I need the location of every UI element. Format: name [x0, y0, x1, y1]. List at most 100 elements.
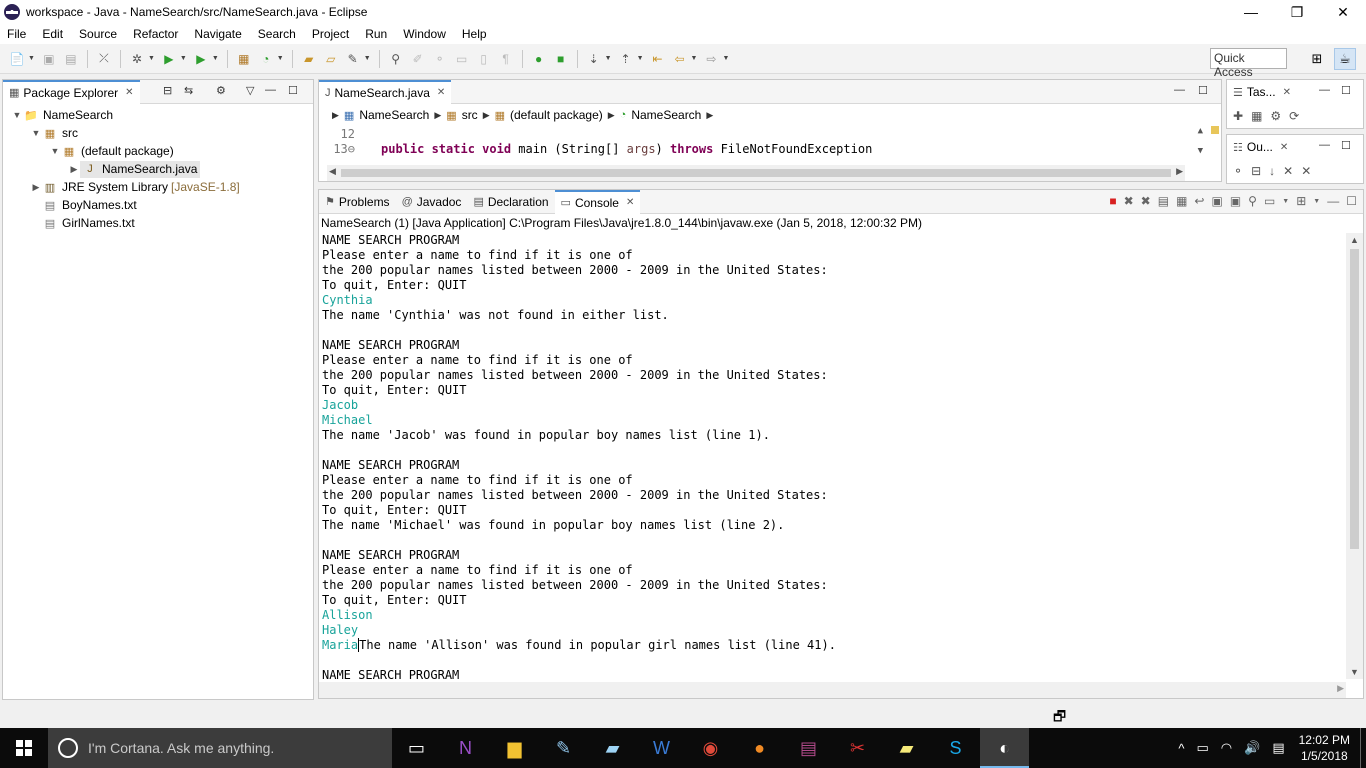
editor-horizontal-scrollbar[interactable]: ◀ ▶	[327, 165, 1185, 181]
last-edit-icon[interactable]: ⇤	[650, 51, 666, 67]
new-icon[interactable]: 📄	[9, 51, 25, 67]
scroll-right-icon[interactable]: ▶	[1176, 166, 1183, 177]
breadcrumb-project[interactable]: NameSearch	[359, 108, 429, 122]
minimize-icon[interactable]: —	[1174, 84, 1185, 96]
show-whitespace-icon[interactable]: ¶	[498, 51, 514, 67]
word-wrap-icon[interactable]: ↩	[1194, 194, 1204, 208]
menu-window[interactable]: Window	[395, 27, 454, 41]
show-desktop-button[interactable]	[1360, 728, 1366, 768]
menu-refactor[interactable]: Refactor	[125, 27, 186, 41]
winrar-icon[interactable]: ▤	[784, 728, 833, 768]
minimize-icon[interactable]: —	[1327, 194, 1339, 208]
new-dropdown-icon[interactable]: ▼	[28, 55, 35, 62]
save-all-icon[interactable]: ▤	[63, 51, 79, 67]
collapse-icon[interactable]: ▶	[68, 164, 80, 175]
chrome-icon[interactable]: ◉	[686, 728, 735, 768]
open-console-dropdown-icon[interactable]: ▼	[1313, 198, 1320, 205]
new-task-icon[interactable]: ✚	[1233, 109, 1243, 123]
file-explorer-icon[interactable]: ▆	[490, 728, 539, 768]
show-stdout-icon[interactable]: ▣	[1211, 194, 1222, 208]
quick-access-input[interactable]: Quick Access	[1210, 48, 1287, 79]
close-icon[interactable]: ✕	[626, 197, 634, 208]
minimize-icon[interactable]: —	[1319, 84, 1330, 96]
breadcrumb-package[interactable]: (default package)	[510, 108, 603, 122]
annotation-icon[interactable]: ⚬	[432, 51, 448, 67]
prev-annotation-icon[interactable]: ⇡	[618, 51, 634, 67]
back-icon[interactable]: ⇦	[672, 51, 688, 67]
close-icon[interactable]: ✕	[125, 87, 133, 98]
start-button[interactable]	[0, 728, 48, 768]
console-horizontal-scrollbar[interactable]: ▶	[319, 682, 1346, 698]
display-console-dropdown-icon[interactable]: ▼	[1282, 198, 1289, 205]
onenote-icon[interactable]: N	[441, 728, 490, 768]
back-dropdown-icon[interactable]: ▼	[691, 55, 698, 62]
minimize-button[interactable]: —	[1228, 0, 1274, 24]
close-icon[interactable]: ✕	[1280, 142, 1288, 153]
cortana-search-box[interactable]: I'm Cortana. Ask me anything.	[48, 728, 392, 768]
wifi-icon[interactable]: ◠	[1221, 740, 1232, 756]
tab-problems[interactable]: ⚑ Problems	[319, 190, 396, 214]
pin-console-icon[interactable]: ⚲	[1248, 194, 1257, 208]
snipping-tool-icon[interactable]: ✂	[833, 728, 882, 768]
menu-project[interactable]: Project	[304, 27, 357, 41]
tree-item-java-file[interactable]: ▶ J NameSearch.java	[3, 160, 313, 178]
sort-icon[interactable]: ↓	[1269, 164, 1275, 178]
open-console-icon[interactable]: ⊞	[1296, 194, 1306, 208]
scroll-left-icon[interactable]: ◀	[329, 166, 336, 177]
expand-icon[interactable]: ▼	[30, 128, 42, 138]
scrollbar-thumb[interactable]	[1350, 249, 1359, 549]
tree-item-src[interactable]: ▼ ▦ src	[3, 124, 313, 142]
paint-icon[interactable]: ✎	[539, 728, 588, 768]
search-dropdown-icon[interactable]: ▼	[364, 55, 371, 62]
clear-console-icon[interactable]: ▤	[1158, 194, 1169, 208]
console-vertical-scrollbar[interactable]: ▲ ▼	[1346, 233, 1363, 679]
scroll-right-icon[interactable]: ▶	[1337, 683, 1344, 694]
tab-declaration[interactable]: ▤ Declaration	[467, 190, 554, 214]
hide-fields-icon[interactable]: ⚬	[1233, 164, 1243, 178]
tab-package-explorer[interactable]: ▦ Package Explorer ✕	[3, 79, 140, 104]
scroll-down-icon[interactable]: ▼	[1350, 667, 1359, 677]
menu-navigate[interactable]: Navigate	[186, 27, 249, 41]
remove-all-icon[interactable]: ✖	[1141, 194, 1151, 208]
external-tools-dropdown-icon[interactable]: ▼	[212, 55, 219, 62]
open-type-icon[interactable]: ▰	[301, 51, 317, 67]
external-tools-icon[interactable]: ▶	[193, 51, 209, 67]
pin-icon[interactable]: ⚲	[388, 51, 404, 67]
categorize-icon[interactable]: ▦	[1251, 109, 1262, 123]
java-perspective-icon[interactable]: ☕	[1334, 48, 1356, 70]
scroll-down-icon[interactable]: ▼	[1198, 146, 1203, 156]
tab-outline[interactable]: ☷ Ou... ✕	[1227, 135, 1294, 159]
focus-icon[interactable]: ⚙	[1270, 109, 1281, 123]
run-icon[interactable]: ▶	[161, 51, 177, 67]
hide-nonpublic-icon[interactable]: ✕	[1301, 164, 1311, 178]
tree-item-default-package[interactable]: ▼ ▦ (default package)	[3, 142, 313, 160]
expand-icon[interactable]: ▼	[49, 146, 61, 156]
maximize-icon[interactable]: ☐	[1346, 194, 1357, 208]
hide-static-icon[interactable]: ✕	[1283, 164, 1293, 178]
tab-tasks[interactable]: ☰ Tas... ✕	[1227, 80, 1297, 104]
scroll-up-icon[interactable]: ▲	[1350, 235, 1359, 245]
word-icon[interactable]: W	[637, 728, 686, 768]
maximize-icon[interactable]: ☐	[1341, 139, 1351, 152]
scroll-lock-icon[interactable]: ▦	[1176, 194, 1187, 208]
open-perspective-icon[interactable]: ⊞	[1306, 48, 1328, 70]
menu-help[interactable]: Help	[454, 27, 495, 41]
notepad-icon[interactable]: ▰	[588, 728, 637, 768]
display-console-icon[interactable]: ▭	[1264, 194, 1275, 208]
forward-icon[interactable]: ⇨	[703, 51, 719, 67]
view-menu-icon[interactable]: ▽	[246, 84, 254, 97]
tree-item-boynames[interactable]: ▤ BoyNames.txt	[3, 196, 313, 214]
tab-javadoc[interactable]: @ Javadoc	[396, 190, 468, 214]
breadcrumb-class[interactable]: NameSearch	[631, 108, 701, 122]
search-icon[interactable]: ✎	[345, 51, 361, 67]
scrollbar-thumb[interactable]	[341, 169, 1171, 177]
maximize-icon[interactable]: ☐	[1198, 84, 1208, 97]
word-wrap-icon[interactable]: ▯	[476, 51, 492, 67]
eclipse-task-icon[interactable]: ◐	[980, 728, 1029, 768]
close-icon[interactable]: ✕	[437, 87, 445, 98]
menu-search[interactable]: Search	[250, 27, 304, 41]
debug-icon[interactable]: ✲	[129, 51, 145, 67]
debug-dropdown-icon[interactable]: ▼	[148, 55, 155, 62]
minimize-icon[interactable]: —	[1319, 139, 1330, 151]
new-java-package-icon[interactable]: ▦	[236, 51, 252, 67]
